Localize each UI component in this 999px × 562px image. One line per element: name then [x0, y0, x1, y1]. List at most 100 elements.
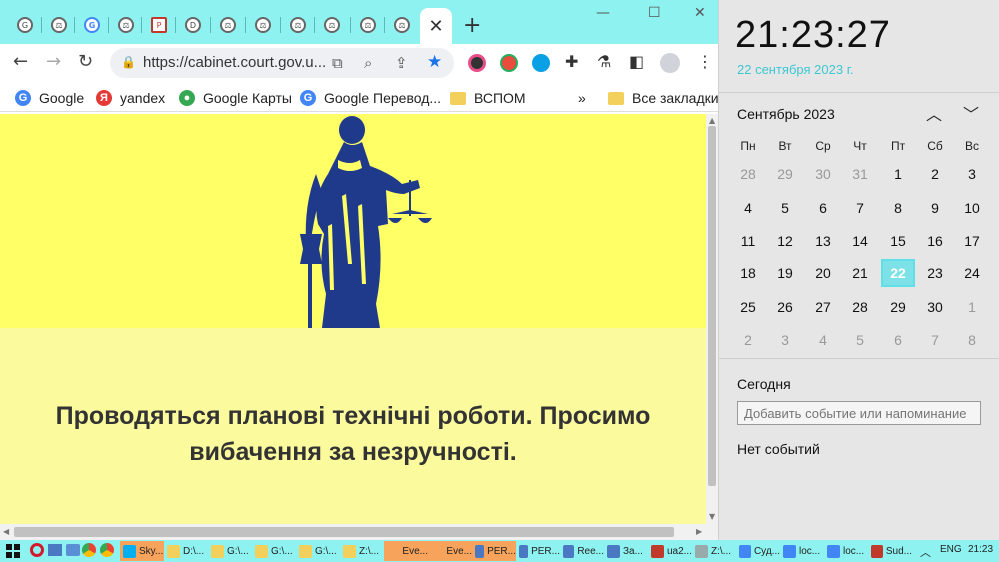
- bookmark-item[interactable]: ● Google Карты: [179, 88, 292, 108]
- new-tab-button[interactable]: +: [463, 13, 481, 38]
- calendar-month-title[interactable]: Сентябрь 2023: [737, 106, 835, 122]
- taskbar-app-button[interactable]: D:\...: [164, 541, 208, 561]
- browser-tab[interactable]: ⚖: [212, 10, 244, 40]
- add-event-input[interactable]: [737, 401, 981, 425]
- chevron-up-icon[interactable]: ︿: [926, 101, 942, 125]
- lab-icon[interactable]: ⚗: [597, 52, 611, 71]
- browser-tab[interactable]: ⚖: [43, 10, 75, 40]
- calendar-day[interactable]: 5: [843, 326, 877, 354]
- shazam-extension-icon[interactable]: [532, 54, 550, 72]
- scroll-right-icon[interactable]: ▶: [696, 527, 702, 536]
- taskbar-app-button[interactable]: loc...: [824, 541, 868, 561]
- browser-tab[interactable]: ⚖: [247, 10, 279, 40]
- scroll-left-icon[interactable]: ◀: [3, 527, 9, 536]
- browser-tab[interactable]: ⚖: [282, 10, 314, 40]
- calendar-day[interactable]: 30: [806, 160, 840, 188]
- taskbar-clock[interactable]: 21:23: [968, 544, 993, 555]
- taskbar-app-button[interactable]: За...: [604, 541, 648, 561]
- calendar-day[interactable]: 2: [731, 326, 765, 354]
- calendar-day[interactable]: 6: [806, 194, 840, 222]
- calendar-day[interactable]: 11: [731, 227, 765, 255]
- calendar-day[interactable]: 9: [918, 194, 952, 222]
- browser-tab[interactable]: G: [9, 10, 41, 40]
- windows-start-icon[interactable]: [6, 544, 20, 558]
- calendar-day[interactable]: 4: [806, 326, 840, 354]
- reload-icon[interactable]: ↻: [78, 51, 93, 72]
- calendar-day[interactable]: 8: [881, 194, 915, 222]
- taskbar-app-button[interactable]: Eve...: [384, 541, 428, 561]
- calendar-day[interactable]: 3: [955, 160, 989, 188]
- monitor-icon[interactable]: [48, 544, 62, 556]
- scroll-down-icon[interactable]: ▼: [709, 512, 715, 521]
- taskbar-app-button[interactable]: loc...: [780, 541, 824, 561]
- calendar-day[interactable]: 29: [768, 160, 802, 188]
- minimize-icon[interactable]: —: [596, 5, 610, 21]
- calendar-day[interactable]: 1: [955, 293, 989, 321]
- chrome-icon[interactable]: [82, 543, 96, 557]
- taskbar-app-button[interactable]: ua2...: [648, 541, 692, 561]
- color-picker-extension-icon[interactable]: [468, 54, 486, 72]
- calendar-day[interactable]: 5: [768, 194, 802, 222]
- taskbar-app-button[interactable]: Ree...: [560, 541, 604, 561]
- browser-tab[interactable]: ⚖: [316, 10, 348, 40]
- calendar-day[interactable]: 23: [918, 259, 952, 287]
- calendar-day[interactable]: 16: [918, 227, 952, 255]
- share-icon[interactable]: ⇪: [395, 54, 408, 72]
- browser-tab[interactable]: D: [177, 10, 209, 40]
- chrome-icon[interactable]: [100, 543, 114, 557]
- browser-tab[interactable]: G: [76, 10, 108, 40]
- calendar-day[interactable]: 6: [881, 326, 915, 354]
- calendar-day[interactable]: 25: [731, 293, 765, 321]
- taskbar-app-button[interactable]: PER...: [516, 541, 560, 561]
- taskbar-app-button[interactable]: Z:\...: [340, 541, 384, 561]
- browser-tab[interactable]: ⚖: [386, 10, 418, 40]
- forward-icon[interactable]: →: [46, 51, 61, 72]
- close-window-icon[interactable]: ✕: [694, 5, 706, 21]
- calendar-day[interactable]: 3: [768, 326, 802, 354]
- calendar-day[interactable]: 15: [881, 227, 915, 255]
- calendar-day[interactable]: 26: [768, 293, 802, 321]
- calendar-day[interactable]: 17: [955, 227, 989, 255]
- taskbar-app-button[interactable]: Суд...: [736, 541, 780, 561]
- profile-avatar-icon[interactable]: [660, 53, 680, 73]
- opera-icon[interactable]: [30, 543, 44, 557]
- calendar-day-today[interactable]: 22: [881, 259, 915, 287]
- horizontal-scroll-thumb[interactable]: [14, 527, 674, 537]
- menu-icon[interactable]: ⋮: [697, 52, 713, 71]
- address-bar[interactable]: 🔒 https://cabinet.court.gov.u... ⧉ ⌕ ⇪ ★: [110, 48, 454, 78]
- scroll-up-icon[interactable]: ▲: [709, 116, 715, 125]
- calendar-day[interactable]: 18: [731, 259, 765, 287]
- language-indicator[interactable]: ENG: [940, 544, 962, 555]
- close-tab-icon[interactable]: ✕: [428, 16, 443, 37]
- calendar-day[interactable]: 14: [843, 227, 877, 255]
- calendar-day[interactable]: 7: [918, 326, 952, 354]
- tray-chevron-up-icon[interactable]: ︿: [920, 544, 931, 560]
- bookmark-item[interactable]: G Google: [15, 88, 84, 108]
- bookmark-item[interactable]: Яyandex: [96, 88, 165, 108]
- calendar-day[interactable]: 28: [731, 160, 765, 188]
- calendar-day[interactable]: 13: [806, 227, 840, 255]
- taskbar-app-button[interactable]: PER...: [472, 541, 516, 561]
- taskbar-app-button[interactable]: Sud...: [868, 541, 912, 561]
- side-panel-icon[interactable]: ◧: [629, 52, 644, 71]
- url-text[interactable]: https://cabinet.court.gov.u...: [143, 54, 326, 71]
- taskbar-app-button[interactable]: Eve...: [428, 541, 472, 561]
- calendar-day[interactable]: 20: [806, 259, 840, 287]
- calendar-day[interactable]: 27: [806, 293, 840, 321]
- vertical-scroll-thumb[interactable]: [708, 126, 716, 486]
- taskbar-app-button[interactable]: G:\...: [296, 541, 340, 561]
- bookmark-star-icon[interactable]: ★: [427, 52, 442, 72]
- full-date-link[interactable]: 22 сентября 2023 г.: [737, 62, 853, 77]
- translate-icon[interactable]: ⧉: [332, 54, 343, 72]
- browser-tab[interactable]: ⚖: [352, 10, 384, 40]
- calendar-day[interactable]: 4: [731, 194, 765, 222]
- calendar-day[interactable]: 31: [843, 160, 877, 188]
- calendar-day[interactable]: 29: [881, 293, 915, 321]
- calendar-day[interactable]: 12: [768, 227, 802, 255]
- bookmark-item[interactable]: Все закладки: [608, 88, 719, 108]
- calendar-day[interactable]: 10: [955, 194, 989, 222]
- extension-icon[interactable]: [500, 54, 518, 72]
- bookmarks-overflow-button[interactable]: »: [578, 88, 586, 108]
- taskbar-app-button[interactable]: Z:\...: [692, 541, 736, 561]
- chevron-down-icon[interactable]: ﹀: [963, 101, 979, 125]
